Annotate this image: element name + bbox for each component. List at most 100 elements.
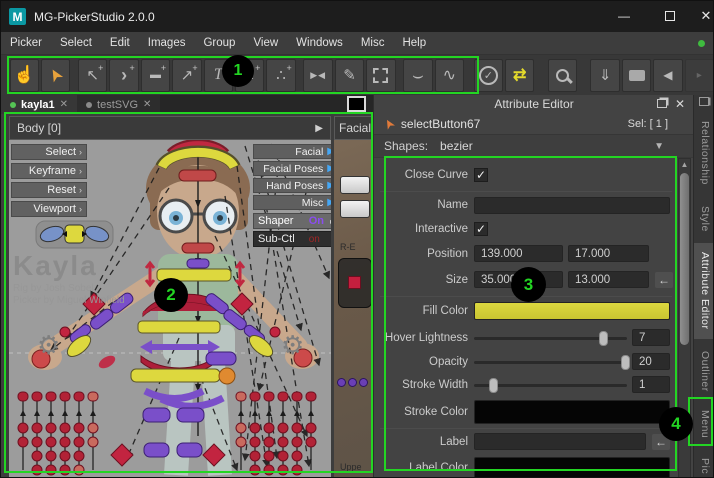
- subctl-value: on: [309, 234, 320, 245]
- tab-style[interactable]: Style: [694, 199, 714, 239]
- tab-picker[interactable]: Pic: [694, 453, 714, 478]
- play-icon: ▶: [327, 146, 331, 157]
- minimize-button[interactable]: —: [607, 1, 641, 31]
- shapes-dropdown[interactable]: Shapes: bezier ▼: [374, 134, 694, 158]
- mirror-export-button[interactable]: ◀: [653, 59, 682, 92]
- curve-icon: ⌣: [412, 65, 424, 86]
- facial-gray-button[interactable]: [340, 176, 370, 194]
- facial-gray-button[interactable]: [340, 200, 370, 218]
- menu-misc[interactable]: Misc: [352, 32, 394, 54]
- facial-tab-button[interactable]: Facial▶: [253, 144, 331, 159]
- color-picker-button[interactable]: ✎: [335, 59, 364, 92]
- add-move-button[interactable]: ↗+: [172, 59, 201, 92]
- opacity-slider[interactable]: [474, 354, 627, 370]
- scroll-up-icon[interactable]: ▲: [679, 159, 690, 171]
- zigzag-tool-button[interactable]: ∿: [435, 59, 464, 92]
- viewport-menu-button[interactable]: Viewport›: [11, 201, 87, 217]
- position-x-input[interactable]: 139.000: [474, 245, 563, 262]
- curve-tool-button[interactable]: ⌣: [403, 59, 432, 92]
- facial-poses-tab-button[interactable]: Facial Poses▶: [253, 161, 331, 176]
- hand-poses-tab-button[interactable]: Hand Poses▶: [253, 178, 331, 193]
- mirror-flip-button[interactable]: ▶◀: [303, 59, 332, 92]
- close-button[interactable]: ✕: [689, 1, 714, 31]
- position-y-input[interactable]: 17.000: [568, 245, 649, 262]
- stroke-width-slider[interactable]: [474, 377, 627, 393]
- close-curve-checkbox[interactable]: ✓: [474, 168, 488, 182]
- check-all-button[interactable]: ✓: [474, 59, 503, 92]
- tab-close-icon[interactable]: ✕: [60, 99, 68, 110]
- opacity-value[interactable]: 20: [632, 353, 670, 370]
- facial-picker-partial[interactable]: R-E Uppe: [334, 140, 373, 478]
- reset-menu-button[interactable]: Reset›: [11, 182, 87, 198]
- close-panel-icon[interactable]: ✕: [675, 97, 685, 111]
- tab-outliner[interactable]: Outliner: [694, 343, 714, 399]
- tab-close-icon[interactable]: ✕: [143, 99, 151, 110]
- add-button-button[interactable]: ▬+: [141, 59, 170, 92]
- menu-bar: Picker Select Edit Images Group View Win…: [1, 32, 714, 55]
- select-cursor-button[interactable]: ➤: [41, 59, 70, 92]
- menu-picker[interactable]: Picker: [1, 32, 51, 54]
- menu-group[interactable]: Group: [194, 32, 244, 54]
- attribute-editor-title: Attribute Editor: [494, 97, 573, 111]
- misc-tab-button[interactable]: Misc▶: [253, 195, 331, 210]
- upper-label: Uppe: [340, 462, 362, 472]
- plus-badge: +: [130, 63, 135, 73]
- stroke-width-value[interactable]: 1: [632, 376, 670, 393]
- facial-purple-dots[interactable]: [337, 378, 368, 387]
- fill-color-row: Fill Color: [374, 301, 678, 321]
- menu-help[interactable]: Help: [393, 32, 435, 54]
- fill-color-swatch[interactable]: [474, 302, 670, 320]
- menu-view[interactable]: View: [244, 32, 287, 54]
- subctl-toggle[interactable]: Sub-Ctl on: [253, 231, 331, 247]
- hover-lightness-slider[interactable]: [474, 330, 627, 346]
- tab-testsvg[interactable]: testSVG ✕: [77, 95, 160, 114]
- facial-eye-button[interactable]: [348, 276, 361, 289]
- float-panel-icon[interactable]: [657, 99, 667, 108]
- marquee-select-button[interactable]: [366, 59, 395, 92]
- menu-images[interactable]: Images: [139, 32, 195, 54]
- facial-panel-header[interactable]: Facial: [334, 116, 373, 140]
- size-reset-button[interactable]: ←: [655, 272, 673, 288]
- chevron-down-icon[interactable]: ▼: [654, 141, 664, 152]
- search-button[interactable]: [548, 59, 577, 92]
- keyframe-menu-button[interactable]: Keyframe›: [11, 163, 87, 179]
- node-name: selectButton67: [401, 117, 480, 131]
- add-chevron-button[interactable]: ›+: [109, 59, 138, 92]
- menu-select[interactable]: Select: [51, 32, 101, 54]
- shaper-toggle[interactable]: Shaper On ▸: [253, 213, 331, 229]
- size-h-input[interactable]: 13.000: [568, 271, 649, 288]
- eyedropper-icon: ✎: [343, 66, 356, 84]
- menu-windows[interactable]: Windows: [287, 32, 352, 54]
- interactive-checkbox[interactable]: ✓: [474, 222, 488, 236]
- dock-pin-icon[interactable]: [699, 97, 709, 106]
- mirror-flip-icon: ▶◀: [310, 70, 326, 81]
- body-panel-header[interactable]: Body [0] ▶: [9, 116, 331, 140]
- expand-icon[interactable]: ▶: [315, 123, 323, 134]
- tab-menu[interactable]: Menu: [694, 401, 714, 447]
- feedback-button[interactable]: [622, 59, 651, 92]
- hover-lightness-value[interactable]: 7: [632, 329, 670, 346]
- pick-hand-button[interactable]: ☝: [10, 59, 39, 92]
- maximize-button[interactable]: [653, 1, 687, 31]
- stroke-color-swatch[interactable]: [474, 400, 670, 424]
- swap-button[interactable]: ⇄: [505, 59, 534, 92]
- picker-color-toggle[interactable]: [347, 96, 366, 112]
- tab-relationship[interactable]: Relationship: [694, 111, 714, 195]
- overflow-button[interactable]: ▸: [685, 59, 714, 92]
- import-button[interactable]: ⇓: [590, 59, 619, 92]
- select-menu-button[interactable]: Select›: [11, 144, 87, 160]
- size-label: Size: [374, 274, 474, 286]
- tab-kayla1[interactable]: kayla1 ✕: [1, 95, 77, 114]
- tab-attribute-editor[interactable]: Attribute Editor: [694, 243, 714, 339]
- caret-icon: ›: [79, 185, 82, 195]
- name-input[interactable]: [474, 197, 670, 214]
- scrollbar-thumb[interactable]: [680, 173, 689, 345]
- add-points-button[interactable]: ∴+: [266, 59, 295, 92]
- shapes-value: bezier: [440, 139, 473, 153]
- label-color-swatch[interactable]: [474, 457, 670, 478]
- add-select-button[interactable]: ↖+: [78, 59, 107, 92]
- menu-edit[interactable]: Edit: [101, 32, 139, 54]
- play-icon: ▶: [327, 197, 331, 208]
- label-input[interactable]: [474, 433, 646, 450]
- stroke-width-label: Stroke Width: [374, 379, 474, 391]
